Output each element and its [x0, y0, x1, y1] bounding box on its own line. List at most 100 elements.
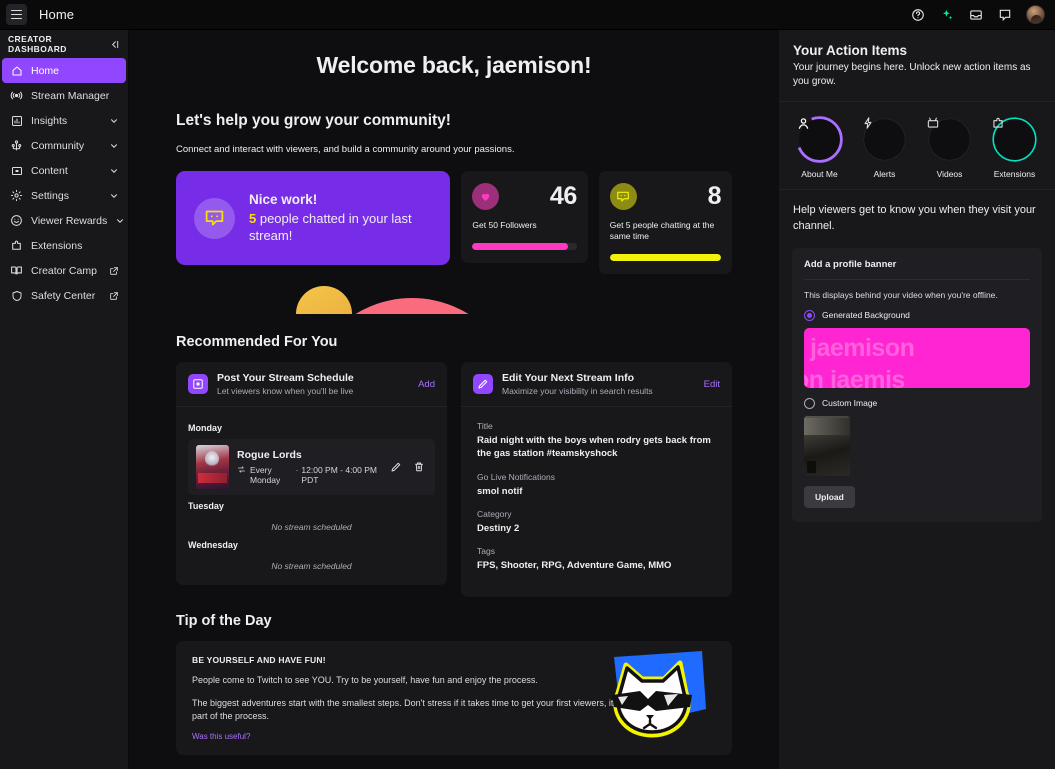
chat-icon[interactable] — [997, 7, 1013, 23]
progress-ring-videos — [926, 116, 973, 163]
top-bar-actions — [910, 5, 1045, 24]
avatar[interactable] — [1026, 5, 1045, 24]
profile-banner-card: Add a profile banner This displays behin… — [792, 248, 1042, 522]
card-body: Title Raid night with the boys when rodr… — [461, 407, 732, 597]
generated-banner-text-1: jaemison — [810, 334, 914, 363]
sidebar-header: CREATOR DASHBOARD — [0, 30, 128, 58]
schedule-time-text: 12:00 PM - 4:00 PM PDT — [301, 465, 381, 485]
schedule-meta: Every Monday · 12:00 PM - 4:00 PM PDT — [237, 465, 381, 485]
sidebar-item-stream-manager[interactable]: Stream Manager — [0, 83, 128, 108]
field-title: Title Raid night with the boys when rodr… — [477, 421, 716, 461]
custom-image-thumbnail[interactable] — [804, 416, 850, 476]
generated-banner-preview[interactable]: jaemison on jaemis — [804, 328, 1030, 388]
chart-icon — [10, 114, 23, 127]
nice-work-body: 5 people chatted in your last stream! — [249, 211, 432, 245]
sidebar-item-content[interactable]: Content — [0, 158, 128, 183]
progress-fill — [610, 254, 721, 261]
sidebar-item-safety-center[interactable]: Safety Center — [0, 283, 128, 308]
upload-button[interactable]: Upload — [804, 486, 855, 508]
radio-custom-image[interactable]: Custom Image — [804, 398, 1030, 409]
radio-button[interactable] — [804, 310, 815, 321]
sidebar: CREATOR DASHBOARD Home Stream Manager — [0, 30, 129, 769]
external-link-icon[interactable] — [108, 265, 119, 276]
chevron-down-icon[interactable] — [108, 115, 119, 126]
radio-generated-background[interactable]: Generated Background — [804, 310, 1030, 321]
page-title: Home — [39, 7, 74, 22]
pencil-icon[interactable] — [389, 461, 402, 474]
schedule-game-title: Rogue Lords — [237, 449, 381, 461]
sidebar-item-community[interactable]: Community — [0, 133, 128, 158]
creator-dashboard-app: Home CREATOR DASHBOARD — [0, 0, 1055, 769]
sidebar-item-label: Content — [31, 165, 100, 177]
sidebar-item-viewer-rewards[interactable]: Viewer Rewards — [0, 208, 128, 233]
card-title: Post Your Stream Schedule — [217, 372, 409, 384]
sidebar-item-label: Home — [31, 65, 117, 77]
chevron-down-icon[interactable] — [115, 215, 125, 226]
extensions-icon — [10, 239, 23, 252]
day-label-wednesday: Wednesday — [188, 540, 435, 550]
stat-label: Get 50 Followers — [472, 220, 576, 232]
welcome-heading: Welcome back, jaemison! — [176, 52, 732, 79]
calendar-icon — [188, 374, 208, 394]
progress-ring-extensions — [991, 116, 1038, 163]
chevron-down-icon[interactable] — [108, 165, 119, 176]
lightning-icon — [864, 119, 905, 160]
card-subtitle: Maximize your visibility in search resul… — [502, 386, 695, 396]
radio-label: Custom Image — [822, 398, 877, 408]
field-go-live-notifications: Go Live Notifications smol notif — [477, 472, 716, 498]
field-label: Category — [477, 509, 716, 519]
inbox-icon[interactable] — [968, 7, 984, 23]
card-subtitle: Let viewers know when you'll be live — [217, 386, 409, 396]
progress-bar — [610, 254, 721, 261]
sidebar-item-creator-camp[interactable]: Creator Camp — [0, 258, 128, 283]
stat-value: 8 — [708, 182, 721, 211]
chevron-down-icon[interactable] — [108, 190, 119, 201]
chevron-down-icon[interactable] — [108, 140, 119, 151]
action-step-about-me[interactable]: About Me — [789, 116, 851, 179]
action-items-panel: Your Action Items Your journey begins he… — [779, 30, 1055, 769]
schedule-info: Rogue Lords Every Monday — [237, 449, 381, 485]
stat-top-row: 46 — [472, 182, 576, 211]
hero-section: Welcome back, jaemison! Let's help you g… — [129, 30, 779, 314]
radio-button[interactable] — [804, 398, 815, 409]
action-items-steps: About Me Alerts — [779, 102, 1055, 190]
card-header: Edit Your Next Stream Info Maximize your… — [461, 362, 732, 407]
card-header: Post Your Stream Schedule Let viewers kn… — [176, 362, 447, 407]
schedule-repeat-text: Every Monday — [250, 465, 290, 485]
schedule-item[interactable]: Rogue Lords Every Monday — [188, 439, 435, 495]
generated-banner-text-2: on jaemis — [804, 366, 905, 388]
action-step-videos[interactable]: Videos — [919, 116, 981, 179]
book-icon — [10, 264, 23, 277]
action-items-subtitle: Your journey begins here. Unlock new act… — [793, 61, 1041, 89]
add-schedule-button[interactable]: Add — [418, 379, 435, 390]
progress-ring-about-me — [796, 116, 843, 163]
field-tags: Tags FPS, Shooter, RPG, Adventure Game, … — [477, 546, 716, 572]
home-icon — [10, 64, 23, 77]
sidebar-item-settings[interactable]: Settings — [0, 183, 128, 208]
sidebar-item-home[interactable]: Home — [2, 58, 126, 83]
chat-bubble-icon — [194, 198, 235, 239]
collapse-sidebar-icon[interactable] — [109, 39, 120, 50]
trash-icon[interactable] — [412, 461, 425, 474]
action-step-extensions[interactable]: Extensions — [984, 116, 1046, 179]
edit-stream-info-button[interactable]: Edit — [704, 379, 720, 390]
field-value: smol notif — [477, 485, 716, 498]
sparkle-icon[interactable] — [939, 7, 955, 23]
hero-inner: Welcome back, jaemison! Let's help you g… — [129, 52, 779, 274]
schedule-time-block: · 12:00 PM - 4:00 PM PDT — [296, 465, 381, 485]
sidebar-item-insights[interactable]: Insights — [0, 108, 128, 133]
sidebar-item-label: Viewer Rewards — [31, 215, 107, 227]
gear-icon — [10, 189, 23, 202]
stat-value: 46 — [550, 182, 577, 211]
menu-toggle-button[interactable] — [6, 4, 27, 25]
sidebar-item-label: Insights — [31, 115, 100, 127]
broadcast-icon — [10, 89, 23, 102]
help-icon[interactable] — [910, 7, 926, 23]
progress-ring-alerts — [861, 116, 908, 163]
field-value: FPS, Shooter, RPG, Adventure Game, MMO — [477, 559, 716, 572]
cool-cat-icon — [602, 647, 712, 747]
sidebar-item-extensions[interactable]: Extensions — [0, 233, 128, 258]
external-link-icon[interactable] — [108, 290, 119, 301]
main-scroll-area[interactable]: Welcome back, jaemison! Let's help you g… — [129, 30, 779, 769]
action-step-alerts[interactable]: Alerts — [854, 116, 916, 179]
